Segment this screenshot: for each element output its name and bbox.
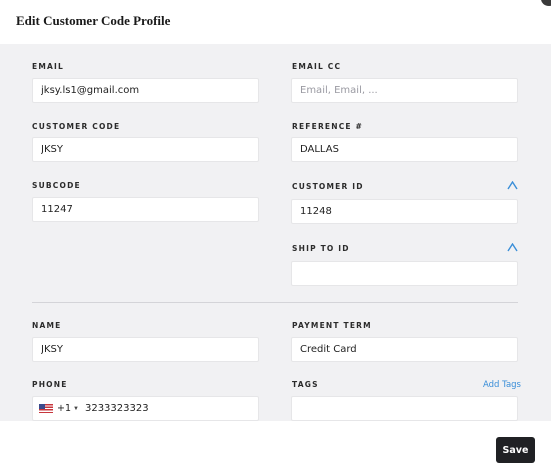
- dialog-body: EMAIL EMAIL CC CUSTOMER CODE REFERENCE #…: [0, 44, 551, 421]
- tags-label: TAGS: [292, 380, 319, 389]
- save-button[interactable]: Save: [496, 437, 535, 463]
- subcode-field[interactable]: [32, 197, 259, 222]
- reference-field[interactable]: [291, 137, 518, 162]
- email-cc-field[interactable]: [291, 78, 518, 103]
- close-icon[interactable]: [541, 0, 551, 6]
- caret-up-icon[interactable]: [507, 243, 518, 252]
- phone-number[interactable]: 3233323323: [85, 403, 149, 414]
- section-divider: [32, 302, 518, 303]
- us-flag-icon[interactable]: [39, 404, 53, 413]
- customer-id-field[interactable]: [291, 199, 518, 224]
- caret-up-icon[interactable]: [507, 181, 518, 190]
- email-field[interactable]: [32, 78, 259, 103]
- subcode-label: SUBCODE: [32, 181, 81, 190]
- phone-field[interactable]: +1 ▼ 3233323323: [32, 396, 259, 421]
- add-tags-link[interactable]: Add Tags: [483, 380, 521, 390]
- caret-down-icon[interactable]: ▼: [73, 406, 79, 412]
- tags-field[interactable]: [291, 396, 518, 421]
- dialog-footer: Save: [0, 421, 551, 476]
- name-label: NAME: [32, 321, 62, 330]
- dial-code[interactable]: +1: [57, 403, 71, 414]
- reference-label: REFERENCE #: [292, 122, 364, 131]
- dialog-header: Edit Customer Code Profile: [0, 0, 551, 44]
- email-label: EMAIL: [32, 62, 64, 71]
- customer-id-label: CUSTOMER ID: [292, 182, 364, 191]
- email-cc-label: EMAIL CC: [292, 62, 342, 71]
- phone-label: PHONE: [32, 380, 68, 389]
- payment-term-field[interactable]: [291, 337, 518, 362]
- customer-code-field[interactable]: [32, 137, 259, 162]
- dialog-title: Edit Customer Code Profile: [16, 13, 171, 28]
- payment-term-label: PAYMENT TERM: [292, 321, 372, 330]
- customer-code-label: CUSTOMER CODE: [32, 122, 121, 131]
- ship-to-id-label: SHIP TO ID: [292, 244, 350, 253]
- name-field[interactable]: [32, 337, 259, 362]
- ship-to-id-field[interactable]: [291, 261, 518, 286]
